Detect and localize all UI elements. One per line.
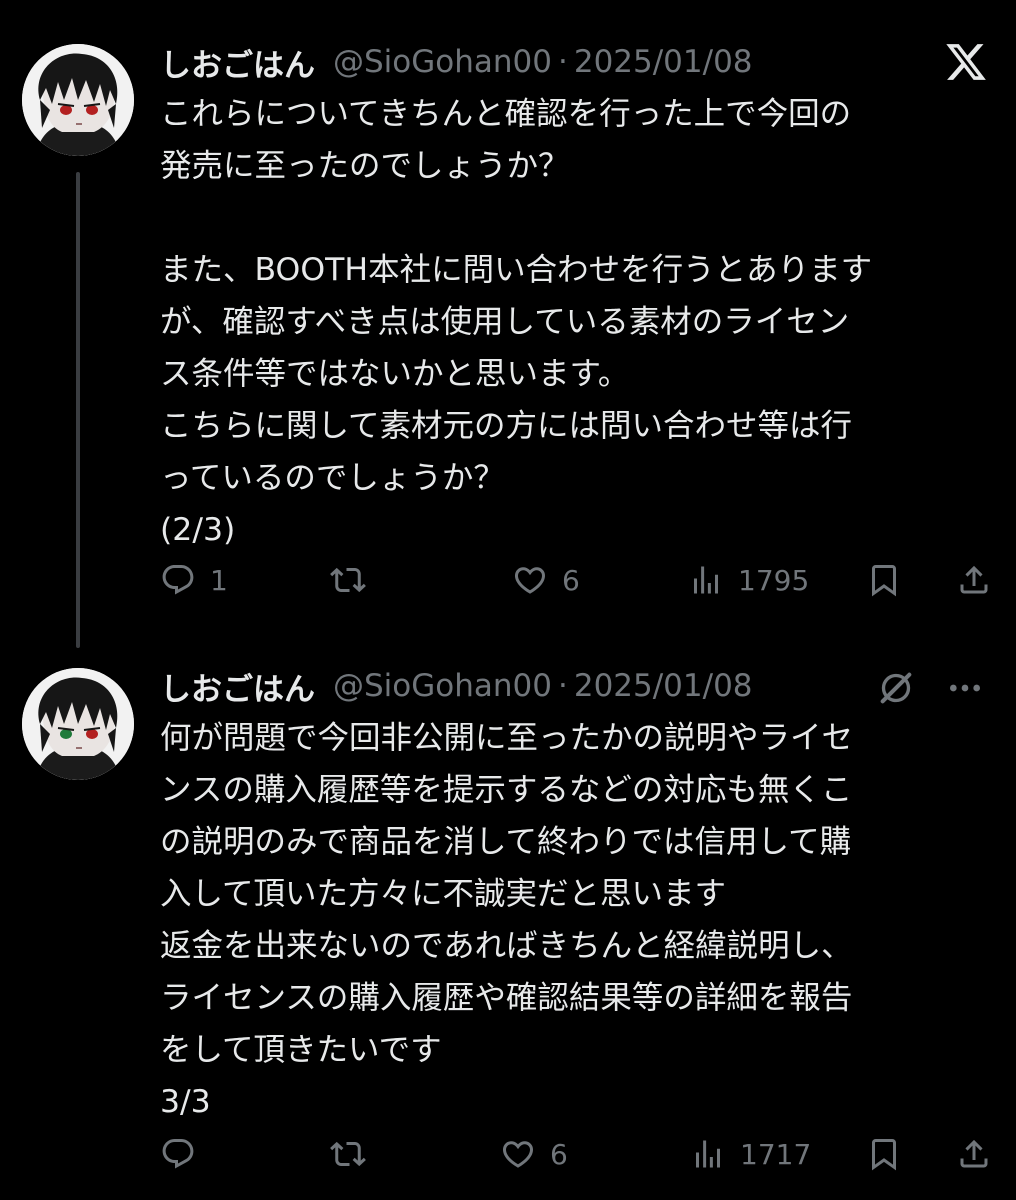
views-chart-icon <box>696 1140 720 1168</box>
avatar-image <box>22 668 134 780</box>
action-bar: 1 6 1795 <box>160 555 996 605</box>
views-button[interactable]: 1795 <box>688 555 809 605</box>
share-icon <box>960 565 988 594</box>
share-icon <box>960 1139 988 1168</box>
tweet-top-icons <box>876 668 988 708</box>
x-logo-icon <box>946 44 986 80</box>
display-name[interactable]: しおごはん <box>160 40 315 85</box>
separator-dot: · <box>557 44 568 80</box>
display-name[interactable]: しおごはん <box>160 664 315 709</box>
tweet-header: しおごはん @SioGohan00 · 2025/01/08 <box>160 661 753 711</box>
reply-count: 1 <box>210 563 228 597</box>
repost-icon <box>330 567 366 593</box>
tweet-2-of-3[interactable]: しおごはん @SioGohan00 · 2025/01/08 これらについてきち… <box>0 0 1016 648</box>
views-count: 1795 <box>738 563 810 597</box>
tweet-date[interactable]: 2025/01/08 <box>574 668 753 704</box>
repost-button[interactable] <box>330 1129 380 1179</box>
user-handle[interactable]: @SioGohan00 <box>333 668 552 704</box>
thread-connector-line <box>76 172 80 648</box>
user-handle[interactable]: @SioGohan00 <box>333 44 552 80</box>
heart-icon <box>514 567 546 594</box>
repost-button[interactable] <box>330 555 380 605</box>
separator-dot: · <box>557 668 568 704</box>
like-count: 6 <box>562 563 580 597</box>
bookmark-button[interactable] <box>866 1129 902 1179</box>
avatar[interactable] <box>22 44 134 156</box>
tweet-3-of-3[interactable]: しおごはん @SioGohan00 · 2025/01/08 何が問題で今回非公… <box>0 640 1016 1200</box>
action-bar: 6 1717 <box>160 1129 996 1179</box>
reply-icon <box>162 565 194 595</box>
reply-button[interactable] <box>160 1129 210 1179</box>
tweet-date[interactable]: 2025/01/08 <box>574 44 753 80</box>
reply-icon <box>162 1139 194 1169</box>
more-icon[interactable] <box>942 668 988 708</box>
tweet-text: 何が問題で今回非公開に至ったかの説明やライセ ンスの購入履歴等を提示するなどの対… <box>160 720 854 1120</box>
avatar-image <box>22 44 134 156</box>
bookmark-icon <box>872 565 896 597</box>
share-button[interactable] <box>956 555 992 605</box>
grok-icon[interactable] <box>876 668 916 708</box>
views-count: 1717 <box>740 1137 812 1171</box>
like-button[interactable]: 6 <box>512 555 580 605</box>
views-chart-icon <box>694 566 718 594</box>
tweet-text: これらについてきちんと確認を行った上で今回の 発売に至ったのでしょうか？ また、… <box>160 96 873 548</box>
like-button[interactable]: 6 <box>500 1129 568 1179</box>
share-button[interactable] <box>956 1129 992 1179</box>
heart-icon <box>502 1141 534 1168</box>
reply-button[interactable]: 1 <box>160 555 228 605</box>
avatar[interactable] <box>22 668 134 780</box>
tweet-header: しおごはん @SioGohan00 · 2025/01/08 <box>160 37 753 87</box>
like-count: 6 <box>550 1137 568 1171</box>
bookmark-button[interactable] <box>866 555 902 605</box>
bookmark-icon <box>872 1139 896 1171</box>
repost-icon <box>330 1141 366 1167</box>
views-button[interactable]: 1717 <box>690 1129 811 1179</box>
